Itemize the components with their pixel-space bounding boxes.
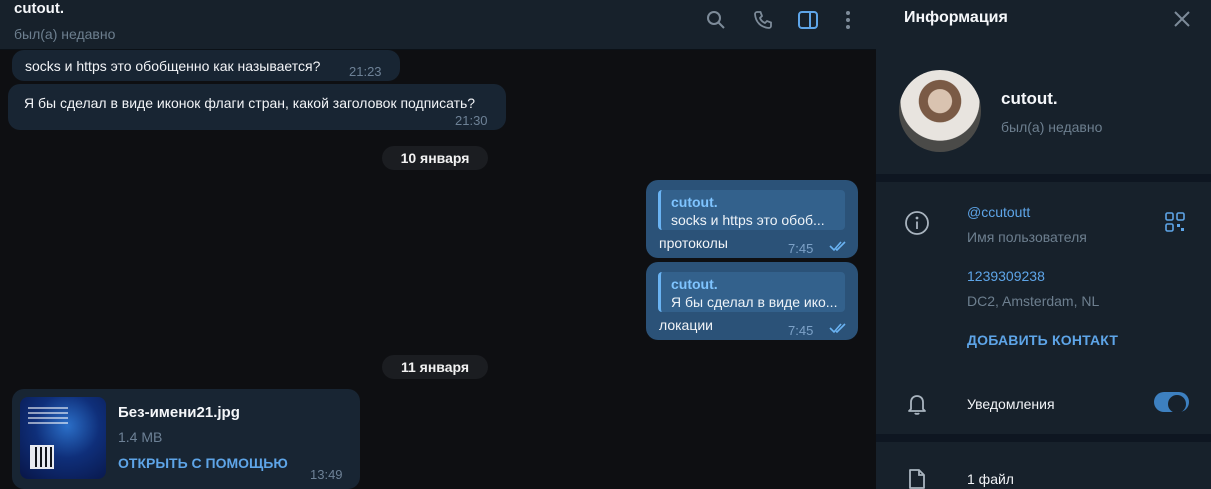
profile-status: был(а) недавно <box>1001 119 1103 135</box>
message-time: 13:49 <box>310 467 343 482</box>
phone-icon[interactable] <box>752 9 774 31</box>
reply-quote[interactable]: cutout. Я бы сделал в виде ико... <box>658 272 845 312</box>
double-check-icon <box>829 323 846 334</box>
date-separator: 11 января <box>382 355 488 379</box>
username-label: Имя пользователя <box>967 229 1087 245</box>
message-bubble[interactable]: Я бы сделал в виде иконок флаги стран, к… <box>8 84 506 130</box>
qr-code-icon[interactable] <box>1165 212 1185 232</box>
message-bubble-outgoing[interactable]: cutout. socks и https это обоб... проток… <box>646 180 858 258</box>
toggle-knob <box>1173 396 1185 408</box>
avatar[interactable] <box>899 70 981 152</box>
sidebar-toggle-icon[interactable] <box>797 9 819 31</box>
message-bubble-outgoing[interactable]: cutout. Я бы сделал в виде ико... локаци… <box>646 262 858 340</box>
profile-name: cutout. <box>1001 89 1058 108</box>
divider <box>876 174 1211 182</box>
message-time: 7:45 <box>788 323 814 338</box>
reply-quote[interactable]: cutout. socks и https это обоб... <box>658 190 845 230</box>
data-center-label: DC2, Amsterdam, NL <box>967 293 1100 309</box>
search-icon[interactable] <box>705 9 727 31</box>
double-check-icon <box>829 241 846 252</box>
message-time: 21:30 <box>455 113 488 128</box>
chat-title[interactable]: cutout. <box>14 0 64 17</box>
notifications-toggle[interactable] <box>1154 392 1189 413</box>
message-text: протоколы <box>659 235 728 251</box>
info-panel: Информация cutout. был(а) недавно @ccuto… <box>876 0 1211 489</box>
file-message-bubble[interactable]: Без-имени21.jpg 1.4 MB ОТКРЫТЬ С ПОМОЩЬЮ… <box>12 389 360 489</box>
more-vertical-icon[interactable] <box>837 9 859 31</box>
reply-author: cutout. <box>671 194 718 210</box>
reply-author: cutout. <box>671 276 718 292</box>
shared-files-link[interactable]: 1 файл <box>967 471 1014 487</box>
info-icon <box>905 211 929 235</box>
message-text: локации <box>659 317 713 333</box>
message-time: 7:45 <box>788 241 814 256</box>
close-icon[interactable] <box>1171 8 1193 30</box>
info-title: Информация <box>904 9 1008 26</box>
notifications-label: Уведомления <box>967 396 1055 412</box>
username-link[interactable]: @ccutoutt <box>967 204 1030 220</box>
reply-text: Я бы сделал в виде ико... <box>671 294 838 310</box>
bell-icon <box>908 395 926 415</box>
message-time: 21:23 <box>349 64 382 79</box>
divider <box>876 434 1211 442</box>
file-name[interactable]: Без-имени21.jpg <box>118 404 240 421</box>
reply-text: socks и https это обоб... <box>671 212 825 228</box>
message-bubble[interactable]: socks и https это обобщенно как называет… <box>12 50 400 81</box>
date-separator: 10 января <box>382 146 488 170</box>
chat-panel: socks и https это обобщенно как называет… <box>0 0 876 489</box>
user-id[interactable]: 1239309238 <box>967 268 1045 284</box>
open-with-button[interactable]: ОТКРЫТЬ С ПОМОЩЬЮ <box>118 455 288 471</box>
chat-status: был(а) недавно <box>14 26 116 42</box>
add-contact-button[interactable]: ДОБАВИТЬ КОНТАКТ <box>967 332 1118 348</box>
qr-code-icon <box>30 445 54 469</box>
file-icon <box>909 469 925 489</box>
chat-header: cutout. был(а) недавно <box>0 0 876 50</box>
file-size: 1.4 MB <box>118 429 163 445</box>
file-thumbnail[interactable] <box>20 397 106 479</box>
message-text: Я бы сделал в виде иконок флаги стран, к… <box>24 95 476 111</box>
message-text: socks и https это обобщенно как называет… <box>25 58 321 74</box>
thumbnail-text-lines <box>28 407 68 427</box>
